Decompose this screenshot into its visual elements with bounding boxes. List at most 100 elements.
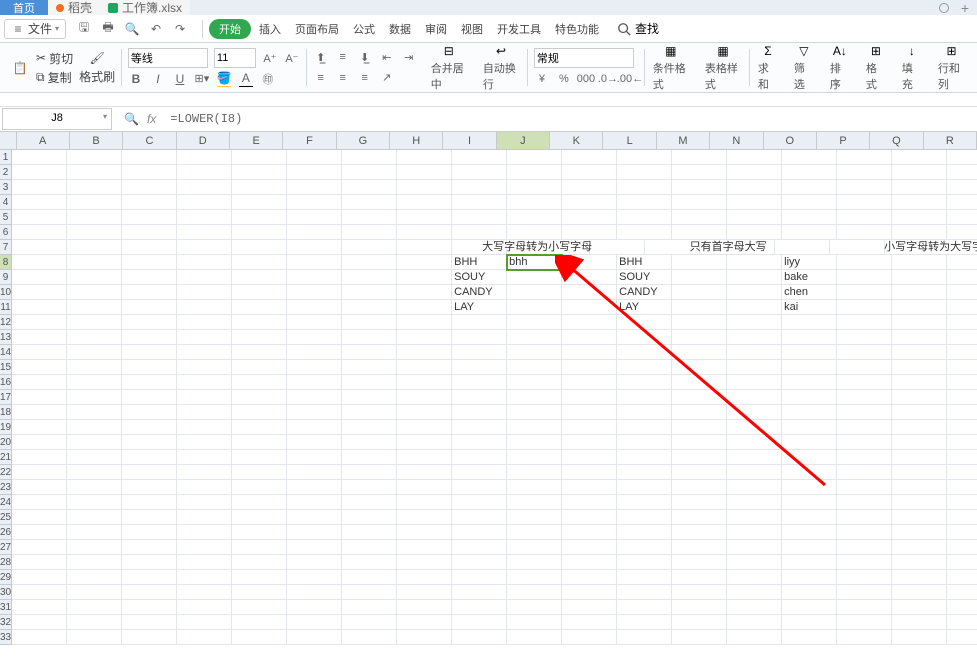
cell-J20[interactable]: [507, 435, 562, 450]
fill-color-button[interactable]: 🪣: [216, 71, 232, 87]
cell-N9[interactable]: [727, 270, 782, 285]
cell-N1[interactable]: [727, 150, 782, 165]
cell-P17[interactable]: [837, 390, 892, 405]
cell-E32[interactable]: [232, 615, 287, 630]
cell-K19[interactable]: [562, 420, 617, 435]
cell-D20[interactable]: [177, 435, 232, 450]
cell-C11[interactable]: [122, 300, 177, 315]
cell-Q21[interactable]: [892, 450, 947, 465]
name-box[interactable]: J8: [2, 108, 112, 130]
cell-I29[interactable]: [452, 570, 507, 585]
cell-R16[interactable]: [947, 375, 977, 390]
cell-L16[interactable]: [617, 375, 672, 390]
cell-G24[interactable]: [342, 495, 397, 510]
cell-R19[interactable]: [947, 420, 977, 435]
cell-F12[interactable]: [287, 315, 342, 330]
cell-N23[interactable]: [727, 480, 782, 495]
cell-O11[interactable]: kai: [782, 300, 837, 315]
cell-N27[interactable]: [727, 540, 782, 555]
cell-O14[interactable]: [782, 345, 837, 360]
cell-Q12[interactable]: [892, 315, 947, 330]
cell-H29[interactable]: [397, 570, 452, 585]
cell-L28[interactable]: [617, 555, 672, 570]
cell-H4[interactable]: [397, 195, 452, 210]
cell-B27[interactable]: [67, 540, 122, 555]
cell-C15[interactable]: [122, 360, 177, 375]
cell-F29[interactable]: [287, 570, 342, 585]
cell-G30[interactable]: [342, 585, 397, 600]
cell-B18[interactable]: [67, 405, 122, 420]
cell-I27[interactable]: [452, 540, 507, 555]
cell-F28[interactable]: [287, 555, 342, 570]
indent-decrease-icon[interactable]: ⇤: [379, 49, 395, 65]
cell-L2[interactable]: [617, 165, 672, 180]
cell-K24[interactable]: [562, 495, 617, 510]
cell-F8[interactable]: [287, 255, 342, 270]
cell-G19[interactable]: [342, 420, 397, 435]
cell-D4[interactable]: [177, 195, 232, 210]
cell-B23[interactable]: [67, 480, 122, 495]
row-header[interactable]: 28: [0, 555, 11, 570]
cell-I4[interactable]: [452, 195, 507, 210]
cell-M31[interactable]: [672, 600, 727, 615]
cell-I16[interactable]: [452, 375, 507, 390]
cell-K14[interactable]: [562, 345, 617, 360]
formula-input[interactable]: [166, 108, 977, 130]
cell-K10[interactable]: [562, 285, 617, 300]
align-bottom-icon[interactable]: ⬇̲: [357, 49, 373, 65]
col-header-A[interactable]: A: [17, 132, 70, 149]
cell-B2[interactable]: [67, 165, 122, 180]
cell-Q19[interactable]: [892, 420, 947, 435]
cell-H18[interactable]: [397, 405, 452, 420]
cell-E2[interactable]: [232, 165, 287, 180]
cell-G27[interactable]: [342, 540, 397, 555]
row-header[interactable]: 10: [0, 285, 11, 300]
cell-P5[interactable]: [837, 210, 892, 225]
cell-H1[interactable]: [397, 150, 452, 165]
cell-C13[interactable]: [122, 330, 177, 345]
cell-J1[interactable]: [507, 150, 562, 165]
cell-G31[interactable]: [342, 600, 397, 615]
cell-I25[interactable]: [452, 510, 507, 525]
cell-F27[interactable]: [287, 540, 342, 555]
cell-D5[interactable]: [177, 210, 232, 225]
cell-R6[interactable]: [947, 225, 977, 240]
cell-C26[interactable]: [122, 525, 177, 540]
cell-A16[interactable]: [12, 375, 67, 390]
cell-E12[interactable]: [232, 315, 287, 330]
cell-G14[interactable]: [342, 345, 397, 360]
cell-N24[interactable]: [727, 495, 782, 510]
cell-R27[interactable]: [947, 540, 977, 555]
tab-view[interactable]: 视图: [455, 19, 489, 39]
cell-I21[interactable]: [452, 450, 507, 465]
cell-K27[interactable]: [562, 540, 617, 555]
cell-O8[interactable]: liyy: [782, 255, 837, 270]
cell-D28[interactable]: [177, 555, 232, 570]
cell-E29[interactable]: [232, 570, 287, 585]
col-header-F[interactable]: F: [283, 132, 336, 149]
plus-icon[interactable]: +: [961, 0, 969, 16]
row-header[interactable]: 30: [0, 585, 11, 600]
align-middle-icon[interactable]: ≡: [335, 49, 351, 65]
cell-F26[interactable]: [287, 525, 342, 540]
cell-N13[interactable]: [727, 330, 782, 345]
cell-M17[interactable]: [672, 390, 727, 405]
cell-I32[interactable]: [452, 615, 507, 630]
cell-R32[interactable]: [947, 615, 977, 630]
cell-M19[interactable]: [672, 420, 727, 435]
cell-O16[interactable]: [782, 375, 837, 390]
cell-J25[interactable]: [507, 510, 562, 525]
cell-C4[interactable]: [122, 195, 177, 210]
cell-A6[interactable]: [12, 225, 67, 240]
col-header-B[interactable]: B: [70, 132, 123, 149]
cell-I12[interactable]: [452, 315, 507, 330]
cell-Q13[interactable]: [892, 330, 947, 345]
cell-K25[interactable]: [562, 510, 617, 525]
cell-I26[interactable]: [452, 525, 507, 540]
cell-Q18[interactable]: [892, 405, 947, 420]
cell-C16[interactable]: [122, 375, 177, 390]
cell-G28[interactable]: [342, 555, 397, 570]
cell-G18[interactable]: [342, 405, 397, 420]
cell-I6[interactable]: [452, 225, 507, 240]
cell-H15[interactable]: [397, 360, 452, 375]
